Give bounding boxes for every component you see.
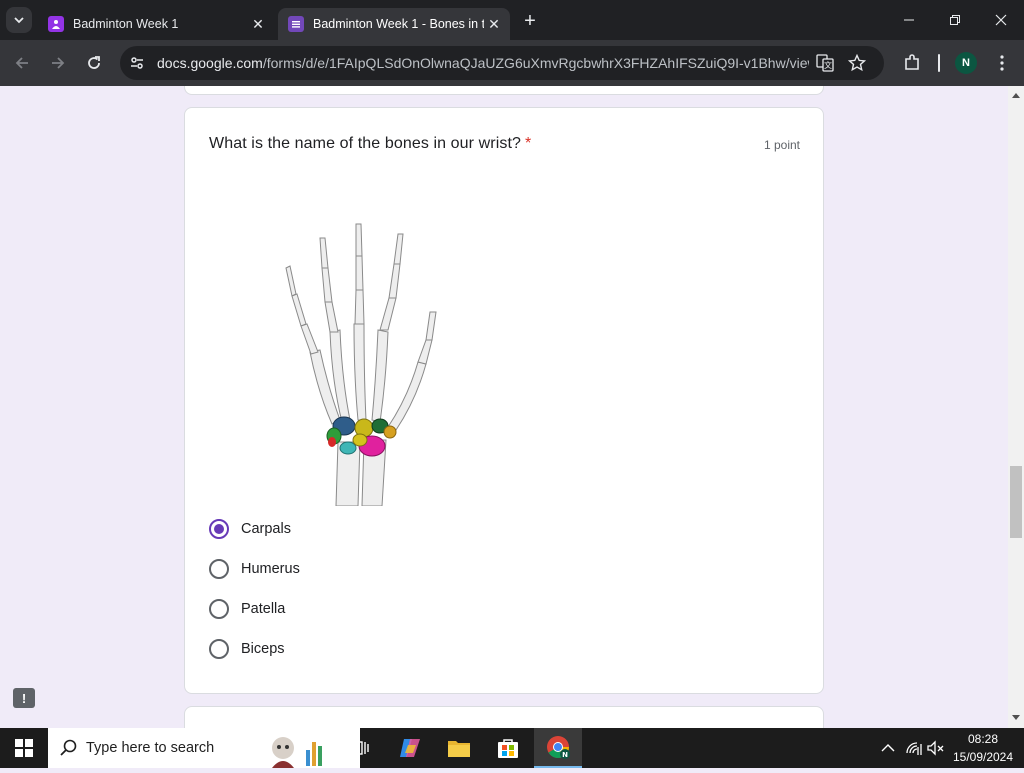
copilot-button[interactable] [386,728,434,768]
option-humerus[interactable]: Humerus [209,556,300,582]
tab-title: Badminton Week 1 [73,17,179,31]
question-text: What is the name of the bones in our wri… [209,135,522,152]
address-bar[interactable]: docs.google.com/forms/d/e/1FAIpQLSdOnOlw… [120,46,884,80]
report-feedback-button[interactable]: ! [13,688,35,708]
folder-icon [448,741,470,757]
system-clock[interactable]: 08:28 15/09/2024 [950,730,1016,766]
chrome-taskbar-button[interactable]: N [534,728,582,768]
form-page: What is the name of the bones in our wri… [0,86,1008,728]
question-card: What is the name of the bones in our wri… [184,107,824,694]
google-forms-icon [288,16,304,32]
radio-button[interactable] [209,559,229,579]
file-explorer-button[interactable] [435,728,483,768]
radio-button-selected[interactable] [209,519,229,539]
task-view-icon [350,741,369,755]
option-label: Humerus [241,561,300,577]
scrollbar-thumb[interactable] [1010,466,1022,538]
extensions-button[interactable] [898,49,926,77]
search-icon [60,739,77,756]
option-label: Biceps [241,641,285,657]
restore-icon [950,15,960,25]
close-tab-icon[interactable]: ✕ [248,14,268,34]
start-button[interactable] [0,728,48,768]
svg-text:N: N [562,751,568,759]
close-tab-icon[interactable]: ✕ [484,14,504,34]
option-label: Patella [241,601,286,617]
show-hidden-icons-button[interactable] [878,738,898,758]
windows-taskbar: Type here to search N 08:28 15/09/2024 [0,728,1024,768]
option-biceps[interactable]: Biceps [209,636,285,662]
restore-button[interactable] [932,0,978,40]
volume-muted-icon[interactable] [926,738,946,758]
points-label: 1 point [763,138,800,152]
clock-time: 08:28 [967,732,999,746]
forward-button[interactable] [44,49,72,77]
close-window-button[interactable] [978,0,1024,40]
option-label: Carpals [241,521,291,537]
radio-dot [214,524,224,534]
tab-badminton-week-1[interactable]: Badminton Week 1 ✕ [38,8,274,40]
arrow-right-icon [52,57,65,69]
toolbar-divider [938,54,940,72]
translate-icon[interactable]: 文 [813,51,837,75]
arrow-left-icon [15,57,28,69]
search-placeholder: Type here to search [86,740,215,756]
hand-bones-image [285,223,437,506]
browser-menu-button[interactable] [988,49,1016,77]
url-text: docs.google.com/forms/d/e/1FAIpQLSdOnOlw… [157,55,809,71]
minimize-icon [904,19,914,21]
copilot-icon [400,739,420,757]
svg-text:文: 文 [824,60,832,70]
network-icon[interactable] [904,738,924,758]
tab-badminton-week-1-bones[interactable]: Badminton Week 1 - Bones in th ✕ [278,8,510,40]
radio-button[interactable] [209,639,229,659]
site-info-icon[interactable] [123,49,151,77]
url-host: docs.google.com [157,55,263,71]
microsoft-store-button[interactable] [484,728,532,768]
reload-button[interactable] [80,49,108,77]
question-title: What is the name of the bones in our wri… [209,135,531,153]
required-asterisk: * [525,135,532,152]
chrome-icon: N [547,736,570,759]
option-carpals[interactable]: Carpals [209,516,291,542]
option-patella[interactable]: Patella [209,596,285,622]
page-scrollbar[interactable] [1008,86,1024,728]
bookmark-star-icon[interactable] [845,51,869,75]
next-question-card [184,706,824,728]
taskbar-search-box[interactable]: Type here to search [48,728,360,768]
tab-strip: Badminton Week 1 ✕ Badminton Week 1 - Bo… [0,0,1024,40]
back-button[interactable] [8,49,36,77]
scroll-down-arrow-icon[interactable] [1012,715,1020,721]
clock-date: 15/09/2024 [952,750,1014,764]
close-icon [995,14,1007,26]
classroom-icon [48,16,64,32]
tab-title: Badminton Week 1 - Bones in th [313,17,484,31]
puzzle-icon [905,54,919,70]
chevron-up-icon [881,744,895,752]
scroll-up-arrow-icon[interactable] [1012,92,1020,98]
chevron-down-icon [14,17,24,24]
more-vert-icon [1000,55,1004,71]
windows-logo-icon [15,739,33,757]
task-view-button[interactable] [336,728,384,768]
reload-icon [88,56,100,69]
tab-search-button[interactable] [6,7,32,33]
url-path: /forms/d/e/1FAIpQLSdOnOlwnaQJaUZG6uXmvRg… [262,55,809,71]
previous-question-card [184,86,824,95]
browser-toolbar: docs.google.com/forms/d/e/1FAIpQLSdOnOlw… [0,40,1024,86]
minimize-button[interactable] [886,0,932,40]
new-tab-button[interactable]: + [518,9,542,33]
profile-avatar[interactable]: N [955,52,977,74]
store-icon [498,739,518,758]
radio-button[interactable] [209,599,229,619]
